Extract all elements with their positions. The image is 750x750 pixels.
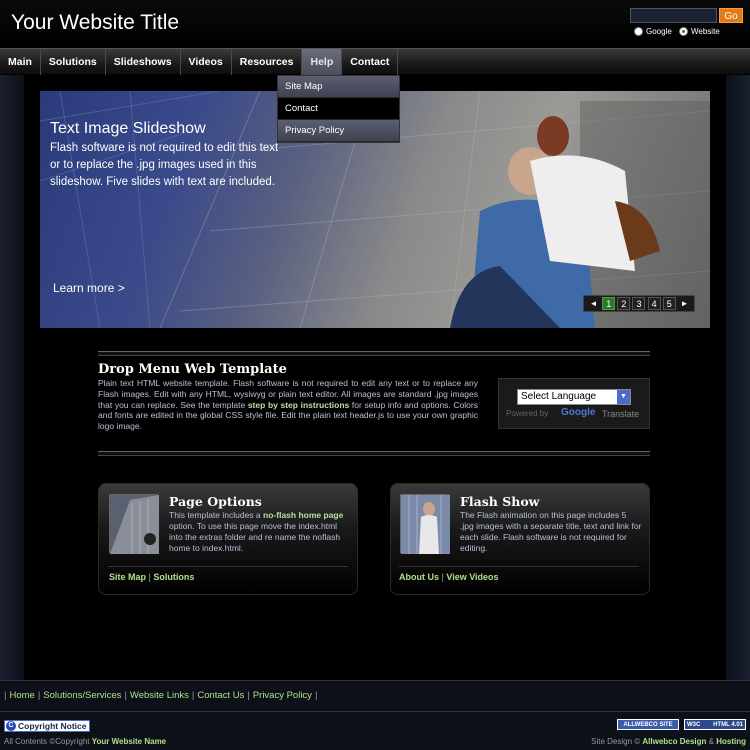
search-input[interactable] (630, 8, 717, 23)
footer-link-home[interactable]: Home (9, 690, 34, 701)
flash-show-text: The Flash animation on this page include… (460, 510, 642, 553)
slide-page-5[interactable]: 5 (662, 297, 676, 310)
radio-website-label: Website (691, 27, 720, 36)
language-select-label: Select Language (521, 391, 597, 402)
flash-show-title: Flash Show (460, 494, 540, 509)
nav-item-resources[interactable]: Resources (232, 49, 303, 75)
slide-page-3[interactable]: 3 (632, 297, 646, 310)
left-gutter (0, 75, 24, 680)
allwebco-badge[interactable]: ALLWEBCO SITE (617, 719, 679, 730)
copyright-notice-button[interactable]: C Copyright Notice (4, 720, 91, 732)
site-design-amp: & (708, 737, 714, 746)
building-photo (110, 495, 159, 554)
page-options-links: Site Map | Solutions (109, 572, 195, 582)
page-options-text: This template includes a no-flash home p… (169, 510, 351, 554)
slide-title: Text Image Slideshow (50, 120, 206, 137)
footer-link-solutions[interactable]: Solutions/Services (43, 690, 121, 701)
page-options-text-start: This template includes a (169, 510, 264, 520)
card-divider (108, 566, 348, 567)
language-select[interactable]: Select Language ▼ (517, 389, 631, 405)
site-title[interactable]: Your Website Title (11, 11, 179, 35)
slide-page-2[interactable]: 2 (617, 297, 631, 310)
site-map-link[interactable]: Site Map (109, 572, 146, 582)
prev-slide-button[interactable]: ◄ (587, 297, 600, 310)
radio-google-label: Google (646, 27, 672, 36)
page-options-text-end: option. To use this page move the index.… (169, 521, 341, 553)
all-contents-copyright: All Contents ©Copyright Your Website Nam… (4, 737, 166, 746)
dropdown-item-contact[interactable]: Contact (278, 98, 399, 120)
nav-item-slideshows[interactable]: Slideshows (106, 49, 181, 75)
main-nav: Main Solutions Slideshows Videos Resourc… (0, 48, 750, 75)
next-slide-button[interactable]: ► (678, 297, 691, 310)
radio-google-option[interactable]: Google (634, 27, 672, 36)
nav-item-videos[interactable]: Videos (181, 49, 232, 75)
slide-page-4[interactable]: 4 (647, 297, 661, 310)
radio-google[interactable] (634, 27, 643, 36)
slide-page-1[interactable]: 1 (602, 297, 616, 310)
slide-pager: ◄ 1 2 3 4 5 ► (583, 295, 695, 312)
instructions-link[interactable]: step by step instructions (248, 400, 349, 410)
chevron-down-icon[interactable]: ▼ (617, 390, 630, 404)
translate-label[interactable]: Translate (602, 409, 639, 419)
card-divider (399, 566, 639, 567)
go-button[interactable]: Go (719, 8, 743, 23)
nav-item-help[interactable]: Help (302, 49, 343, 75)
copyright-icon: C (6, 721, 16, 731)
help-dropdown-menu: Site Map Contact Privacy Policy (277, 75, 400, 143)
copyright-notice-label: Copyright Notice (18, 720, 87, 731)
solutions-link[interactable]: Solutions (153, 572, 194, 582)
powered-by-label: Powered by (506, 409, 549, 418)
slide-text: Flash software is not required to edit t… (50, 142, 279, 188)
page-options-title: Page Options (169, 494, 262, 509)
w3c-html-badge[interactable]: W3C HTML 4.01 (684, 719, 746, 730)
page-options-thumbnail (109, 494, 159, 554)
main-paragraph: Plain text HTML website template. Flash … (98, 378, 478, 432)
footer-link-website-links[interactable]: Website Links (130, 690, 189, 701)
divider-top (98, 351, 650, 356)
footer-link-contact-us[interactable]: Contact Us (197, 690, 244, 701)
footer-divider (0, 711, 750, 712)
radio-website[interactable] (679, 27, 688, 36)
dropdown-item-site-map[interactable]: Site Map (278, 76, 399, 98)
nav-item-main[interactable]: Main (0, 49, 41, 75)
woman-photo (401, 495, 450, 554)
flash-show-thumbnail (400, 494, 450, 554)
about-us-link[interactable]: About Us (399, 572, 439, 582)
hosting-link[interactable]: Hosting (716, 737, 746, 746)
nav-item-contact[interactable]: Contact (342, 49, 399, 75)
right-gutter (726, 75, 750, 680)
nav-item-solutions[interactable]: Solutions (41, 49, 106, 75)
w3c-label: W3C (687, 722, 701, 728)
view-videos-link[interactable]: View Videos (446, 572, 498, 582)
site-design-credit: Site Design © Allwebco Design & Hosting (591, 737, 746, 746)
google-logo: Google (561, 407, 596, 418)
footer-nav: | Home | Solutions/Services | Website Links… (4, 690, 318, 701)
footer-link-privacy-policy[interactable]: Privacy Policy (253, 690, 312, 701)
main-heading: Drop Menu Web Template (98, 362, 287, 377)
site-design-prefix: Site Design © (591, 737, 641, 746)
divider-bottom (98, 451, 650, 456)
no-flash-home-link[interactable]: no-flash home page (263, 510, 343, 520)
all-contents-prefix: All Contents ©Copyright (4, 737, 90, 746)
html-version-label: HTML 4.01 (713, 722, 743, 728)
site-header: Your Website Title Go Google Website (0, 0, 750, 48)
radio-website-option[interactable]: Website (679, 27, 720, 36)
learn-more-link[interactable]: Learn more > (53, 281, 125, 295)
dropdown-item-privacy-policy[interactable]: Privacy Policy (278, 120, 399, 142)
flash-show-links: About Us | View Videos (399, 572, 499, 582)
allwebco-design-link[interactable]: Allwebco Design (642, 737, 706, 746)
website-name-link[interactable]: Your Website Name (92, 737, 166, 746)
